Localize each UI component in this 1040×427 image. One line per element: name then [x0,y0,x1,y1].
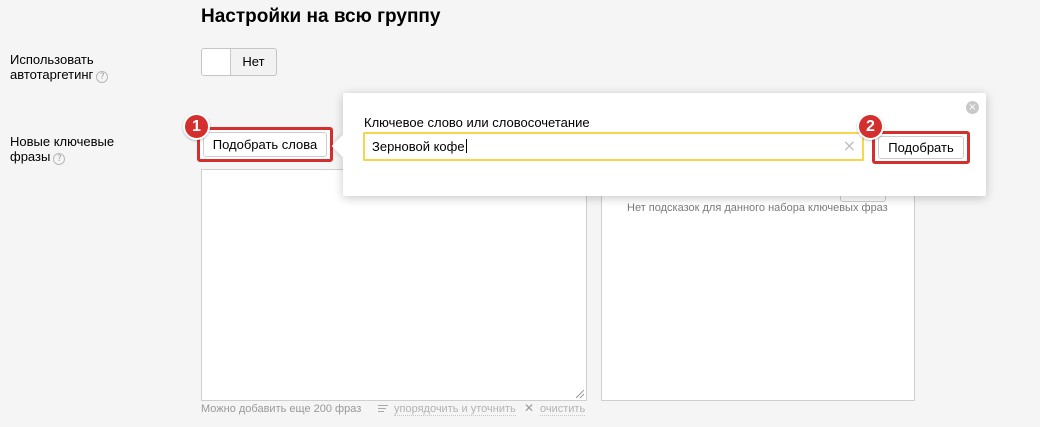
section-title: Настройки на всю группу [201,6,441,27]
keyword-picker-popup: Ключевое слово или словосочетание × Зерн… [331,93,986,196]
sort-lines-icon [378,405,388,413]
autotargeting-label-line1: Использовать [10,52,94,67]
toggle-value: Нет [242,54,265,69]
phrases-limit-note: Можно добавить еще 200 фраз [201,403,362,415]
autotargeting-label-line2: автотаргетинг [10,67,94,82]
keyword-input[interactable]: Зерновой кофе × [363,132,864,161]
keywords-label-line1: Новые ключевые [10,134,115,149]
pick-highlight: Подобрать [872,131,970,164]
pick-button[interactable]: Подобрать [878,136,964,159]
no-hints-text: Нет подсказок для данного набора ключевы… [627,202,888,214]
text-caret [465,139,467,153]
resize-grip-icon[interactable] [576,390,584,398]
keywords-label: Новые ключевые фразы? [10,134,114,165]
clear-x-icon: ✕ [524,401,535,415]
help-icon[interactable]: ? [53,153,66,165]
pick-words-highlight: Подобрать слова [197,127,333,162]
autotargeting-toggle[interactable]: Нет [201,48,277,76]
popup-tail [331,134,355,158]
step-2-badge: 2 [857,113,884,140]
close-icon[interactable]: × [966,101,979,114]
clear-input-icon[interactable]: × [843,136,856,155]
step-1-badge: 1 [183,113,210,140]
keywords-label-line2: фразы [10,149,51,164]
help-icon[interactable]: ? [96,71,109,83]
keyword-input-label: Ключевое слово или словосочетание [364,115,590,130]
autotargeting-label: Использовать автотаргетинг? [10,52,109,83]
keyword-input-value: Зерновой кофе [372,139,465,154]
toggle-knob[interactable] [202,49,231,75]
sort-refine-link[interactable]: упорядочить и уточнить [394,403,516,416]
clear-link[interactable]: очистить [540,403,586,416]
keywords-textarea[interactable] [201,169,587,401]
pick-words-button[interactable]: Подобрать слова [203,132,327,157]
